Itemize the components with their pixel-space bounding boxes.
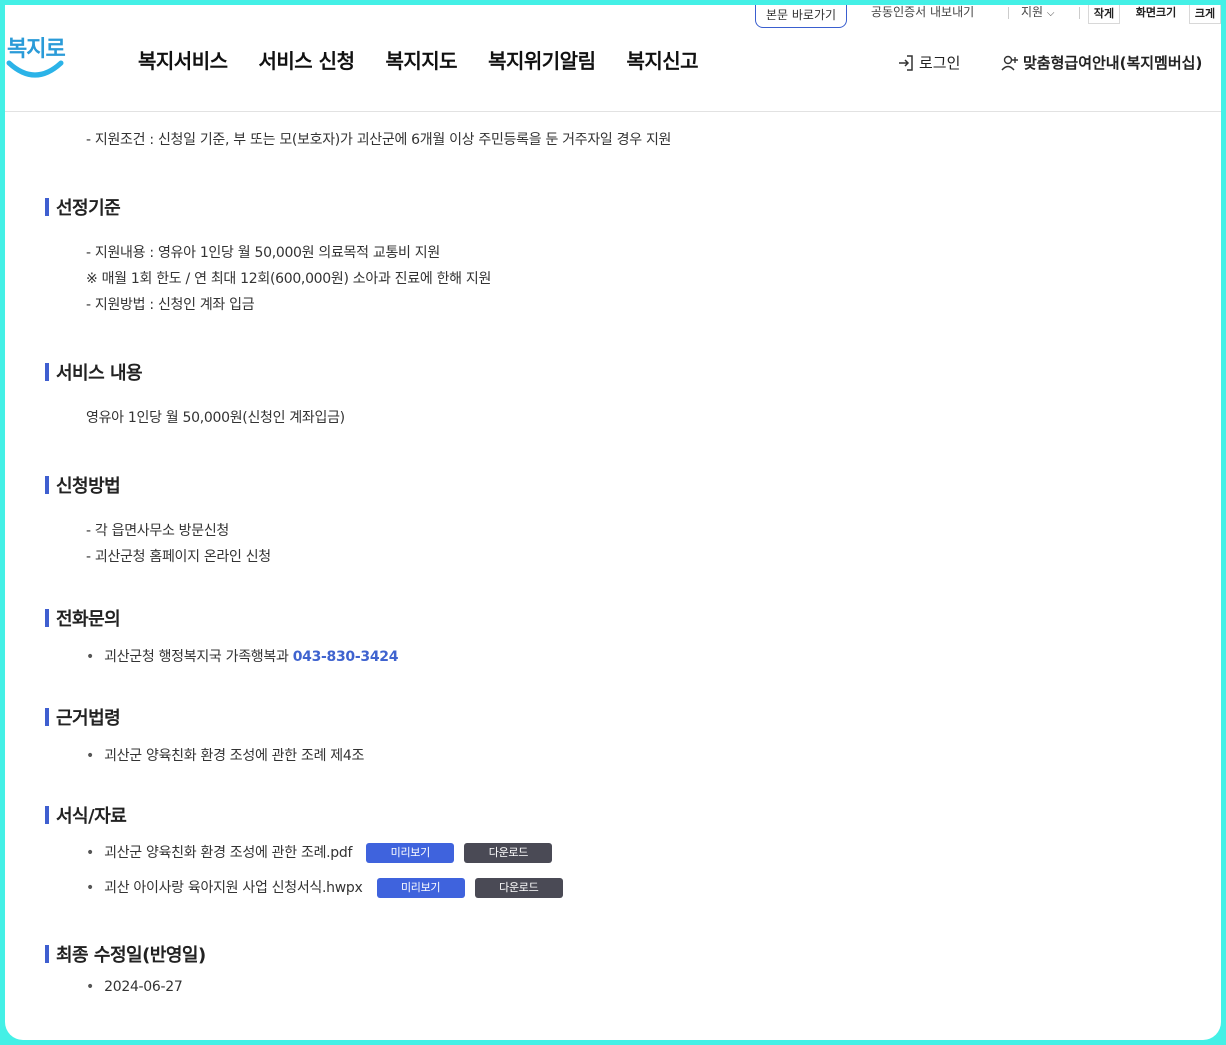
support-menu[interactable]: 지원 ⌵: [1021, 5, 1055, 21]
support-label: 지원: [1021, 5, 1044, 19]
divider: [1079, 7, 1080, 19]
preview-button[interactable]: 미리보기: [376, 878, 465, 898]
heading-text: 전화문의: [56, 609, 121, 630]
nav-welfare-map[interactable]: 복지지도: [385, 45, 457, 74]
page-frame: 본문 바로가기 공동인증서 내보내기 지원 ⌵ 작게 화면크기 크게 복지로 복…: [5, 5, 1221, 1040]
criteria-line: - 지원방법 : 신청인 계좌 입금: [86, 297, 255, 313]
logo-smile-icon: [6, 60, 64, 78]
law-item: 괴산군 양육친화 환경 조성에 관한 조례 제4조: [86, 745, 364, 765]
service-text: 영유아 1인당 월 50,000원(신청인 계좌입금): [86, 410, 345, 426]
membership-button[interactable]: 맞춤형급여안내(복지멤버십): [1001, 52, 1202, 73]
login-icon: [899, 54, 913, 71]
nav-crisis-alert[interactable]: 복지위기알림: [488, 45, 596, 74]
section-heading-apply: 신청방법: [45, 475, 121, 497]
chevron-down-icon: ⌵: [1046, 8, 1055, 19]
site-header: 본문 바로가기 공동인증서 내보내기 지원 ⌵ 작게 화면크기 크게 복지로 복…: [5, 5, 1221, 112]
heading-text: 서비스 내용: [56, 363, 143, 384]
law-text: 괴산군 양육친화 환경 조성에 관한 조례 제4조: [104, 748, 365, 764]
heading-text: 근거법령: [56, 708, 121, 729]
divider: [1008, 7, 1009, 19]
user-add-icon: [1001, 55, 1018, 70]
download-button[interactable]: 다운로드: [474, 878, 563, 898]
logo[interactable]: 복지로: [5, 31, 69, 81]
criteria-line: ※ 매월 1회 한도 / 연 최대 12회(600,000원) 소아과 진료에 …: [86, 271, 492, 287]
date-text: 2024-06-27: [104, 979, 183, 995]
heading-bar: [45, 476, 49, 494]
login-label: 로그인: [919, 54, 961, 72]
heading-text: 서식/자료: [56, 806, 127, 827]
preview-button[interactable]: 미리보기: [366, 843, 455, 863]
updated-date: 2024-06-27: [86, 979, 183, 995]
section-heading-updated: 최종 수정일(반영일): [45, 944, 206, 966]
section-heading-service: 서비스 내용: [45, 362, 143, 384]
nav-welfare-report[interactable]: 복지신고: [626, 45, 698, 74]
membership-label: 맞춤형급여안내(복지멤버십): [1023, 54, 1203, 72]
file-name: 괴산 아이사랑 육아지원 사업 신청서식.hwpx: [104, 880, 363, 896]
contact-item: 괴산군청 행정복지국 가족행복과 043-830-3424: [86, 646, 398, 666]
nav-welfare-services[interactable]: 복지서비스: [138, 45, 228, 74]
heading-bar: [45, 806, 49, 824]
font-small-button[interactable]: 작게: [1088, 5, 1120, 24]
file-item: 괴산 아이사랑 육아지원 사업 신청서식.hwpx 미리보기 다운로드: [86, 877, 563, 898]
heading-bar: [45, 198, 49, 216]
heading-bar: [45, 609, 49, 627]
font-size-label: 화면크기: [1125, 5, 1187, 24]
section-heading-criteria: 선정기준: [45, 197, 121, 219]
cert-export-link[interactable]: 공동인증서 내보내기: [871, 5, 974, 19]
heading-text: 신청방법: [56, 476, 121, 497]
section-heading-files: 서식/자료: [45, 805, 127, 827]
heading-text: 최종 수정일(반영일): [56, 945, 206, 966]
font-large-button[interactable]: 크게: [1189, 5, 1221, 24]
file-item: 괴산군 양육친화 환경 조성에 관한 조례.pdf 미리보기 다운로드: [86, 842, 553, 863]
apply-line: - 각 읍면사무소 방문신청: [86, 523, 230, 539]
main-nav: 복지서비스 서비스 신청 복지지도 복지위기알림 복지신고: [138, 45, 729, 74]
heading-bar: [45, 363, 49, 381]
heading-text: 선정기준: [56, 198, 121, 219]
heading-bar: [45, 945, 49, 963]
phone-link[interactable]: 043-830-3424: [293, 649, 399, 665]
nav-service-apply[interactable]: 서비스 신청: [259, 45, 355, 74]
support-condition-text: - 지원조건 : 신청일 기준, 부 또는 모(보호자)가 괴산군에 6개월 이…: [86, 132, 672, 148]
section-heading-law: 근거법령: [45, 707, 121, 729]
login-button[interactable]: 로그인: [897, 52, 960, 73]
download-button[interactable]: 다운로드: [464, 843, 553, 863]
criteria-line: - 지원내용 : 영유아 1인당 월 50,000원 의료목적 교통비 지원: [86, 245, 440, 261]
apply-line: - 괴산군청 홈페이지 온라인 신청: [86, 549, 271, 565]
file-name: 괴산군 양육친화 환경 조성에 관한 조례.pdf: [104, 845, 353, 861]
section-heading-contact: 전화문의: [45, 608, 121, 630]
heading-bar: [45, 708, 49, 726]
skip-to-content-link[interactable]: 본문 바로가기: [755, 5, 847, 28]
contact-dept: 괴산군청 행정복지국 가족행복과: [104, 649, 289, 665]
